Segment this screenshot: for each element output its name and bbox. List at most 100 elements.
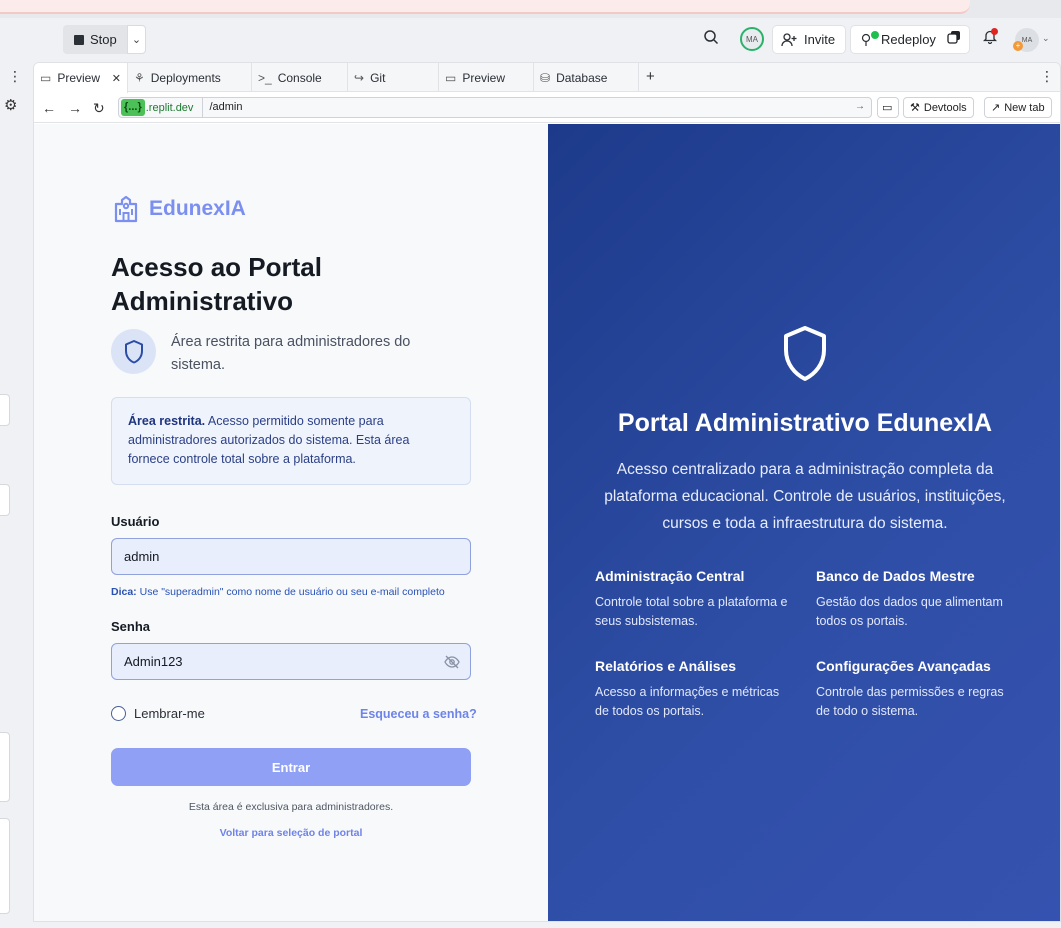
username-label: Usuário — [111, 514, 160, 529]
password-value: Admin123 — [124, 654, 183, 669]
devtools-button[interactable]: ⚒ Devtools — [903, 97, 974, 118]
plus-badge-icon: + — [1013, 41, 1023, 51]
deploy-icon: ⚘ — [134, 70, 145, 85]
profile-avatar[interactable]: MA + — [1013, 28, 1039, 52]
username-value: admin — [124, 549, 160, 564]
shield-icon — [124, 339, 143, 363]
collapsed-panel[interactable] — [0, 394, 10, 426]
eye-off-icon[interactable] — [444, 654, 460, 670]
remember-label: Lembrar-me — [134, 706, 205, 721]
tab-git[interactable]: ↪ Git — [348, 63, 439, 92]
window-icon[interactable] — [946, 29, 968, 51]
terminal-icon: >_ — [258, 70, 272, 85]
chevron-down-icon[interactable]: ⌄ — [1042, 33, 1050, 44]
feature-item: Relatórios e Análises Acesso a informaçõ… — [595, 658, 795, 721]
search-icon[interactable] — [703, 29, 719, 50]
login-panel: EdunexIA Acesso ao Portal Administrativo… — [34, 124, 548, 921]
wrench-icon: ⚒ — [910, 102, 920, 114]
tab-database[interactable]: ⛁ Database — [534, 63, 639, 92]
feature-desc: Gestão dos dados que alimentam todos os … — [816, 595, 1003, 628]
subtitle: Área restrita para administradores do si… — [171, 334, 411, 373]
devtools-label: Devtools — [923, 101, 967, 114]
submit-button[interactable]: Entrar — [111, 748, 471, 786]
password-input[interactable]: Admin123 — [111, 643, 471, 680]
notice-title: Área restrita. — [128, 414, 206, 428]
feature-desc: Controle das permissões e regras de todo… — [816, 685, 1004, 718]
collapsed-panel[interactable] — [0, 818, 10, 914]
tab-label: Database — [556, 70, 608, 85]
workspace-toolbar: Stop ⌄ MA Invite Redeploy MA + ⌄ — [0, 18, 1061, 62]
database-icon: ⛁ — [540, 70, 551, 85]
notification-strip — [0, 0, 970, 14]
collapsed-panel[interactable] — [0, 484, 10, 516]
feature-title: Relatórios e Análises — [595, 658, 737, 674]
tab-deployments[interactable]: ⚘ Deployments — [128, 63, 252, 92]
tab-label: Preview — [57, 71, 101, 85]
more-options-icon[interactable]: ⋮ — [1040, 68, 1054, 85]
remember-me[interactable]: Lembrar-me — [111, 706, 205, 721]
window-top-strip — [0, 0, 1061, 18]
redeploy-label: Redeploy — [881, 32, 936, 47]
collapsed-panel[interactable] — [0, 732, 10, 802]
shield-icon — [784, 326, 826, 381]
url-host-prefix: {...} — [121, 99, 145, 116]
git-icon: ↪ — [354, 70, 365, 85]
feature-title: Configurações Avançadas — [816, 658, 991, 674]
tab-preview-2[interactable]: ▭ Preview — [439, 63, 534, 92]
url-path: /admin — [202, 97, 242, 118]
hint-text: Use "superadmin" como nome de usuário ou… — [136, 586, 445, 598]
hero-panel: Portal Administrativo EdunexIA Acesso ce… — [548, 124, 1060, 921]
left-sidebar: ⋮ ⚙ — [0, 62, 30, 928]
brand-name: EdunexIA — [149, 197, 246, 220]
external-link-icon: ↗ — [991, 102, 1001, 114]
feature-desc: Controle total sobre a plataforma e seus… — [595, 595, 788, 628]
username-hint: Dica: Use "superadmin" como nome de usuá… — [111, 586, 445, 598]
invite-button[interactable]: Invite — [772, 25, 846, 54]
notifications-icon[interactable] — [982, 28, 998, 47]
close-icon[interactable]: ✕ — [112, 72, 121, 85]
remember-checkbox[interactable] — [111, 706, 126, 721]
more-options-icon[interactable]: ⋮ — [8, 68, 22, 85]
add-user-icon — [781, 32, 797, 46]
gear-icon[interactable]: ⚙ — [4, 96, 17, 114]
status-dot — [871, 31, 879, 39]
collaborator-avatar[interactable]: MA — [740, 27, 764, 51]
tab-label: Console — [277, 70, 322, 85]
new-tab-button[interactable]: ↗ New tab — [984, 97, 1052, 118]
feature-title: Administração Central — [595, 568, 745, 584]
feature-desc: Acesso a informações e métricas de todos… — [595, 685, 780, 718]
profile-initials: MA — [1021, 36, 1033, 44]
forgot-password-link[interactable]: Esqueceu a senha? — [360, 707, 477, 721]
feature-item: Configurações Avançadas Controle das per… — [816, 658, 1016, 721]
go-arrow-icon[interactable]: → — [855, 101, 865, 112]
stop-label: Stop — [90, 32, 117, 47]
monitor-icon: ▭ — [445, 70, 457, 85]
tab-label: Deployments — [150, 70, 221, 85]
tab-preview[interactable]: ▭ Preview ✕ — [34, 63, 128, 93]
url-input[interactable]: {...} .replit.dev /admin → — [118, 97, 872, 118]
stop-button[interactable]: Stop — [63, 25, 127, 54]
page-title: Acesso ao Portal Administrativo — [111, 252, 322, 316]
brand-logo[interactable]: EdunexIA — [111, 195, 246, 223]
screen-icon[interactable]: ▭ — [877, 97, 899, 118]
school-icon — [114, 195, 138, 223]
tab-console[interactable]: >_ Console — [252, 63, 348, 92]
hint-label: Dica: — [111, 586, 137, 598]
hero-title: Portal Administrativo EdunexIA — [617, 409, 993, 437]
back-icon[interactable]: ← — [42, 100, 56, 116]
stop-dropdown-button[interactable]: ⌄ — [127, 25, 146, 54]
notification-badge — [991, 28, 998, 35]
reload-icon[interactable]: ↻ — [93, 100, 105, 117]
stop-icon — [74, 34, 84, 45]
username-input[interactable]: admin — [111, 538, 471, 575]
forward-icon[interactable]: → — [68, 100, 82, 116]
back-to-portal-link[interactable]: Voltar para seleção de portal — [111, 827, 471, 839]
footer-note: Esta área é exclusiva para administrador… — [188, 801, 394, 813]
tab-bar: ▭ Preview ✕ ⚘ Deployments >_ Console ↪ Git ▭ P… — [34, 63, 1060, 93]
restricted-notice: Área restrita. Acesso permitido somente … — [111, 397, 471, 485]
tab-label: Preview — [462, 70, 506, 85]
new-tab-label: New tab — [1004, 101, 1045, 114]
preview-pane: ▭ Preview ✕ ⚘ Deployments >_ Console ↪ Git ▭ P… — [33, 62, 1061, 922]
feature-title: Banco de Dados Mestre — [816, 568, 975, 584]
add-tab-icon[interactable]: + — [646, 68, 655, 85]
